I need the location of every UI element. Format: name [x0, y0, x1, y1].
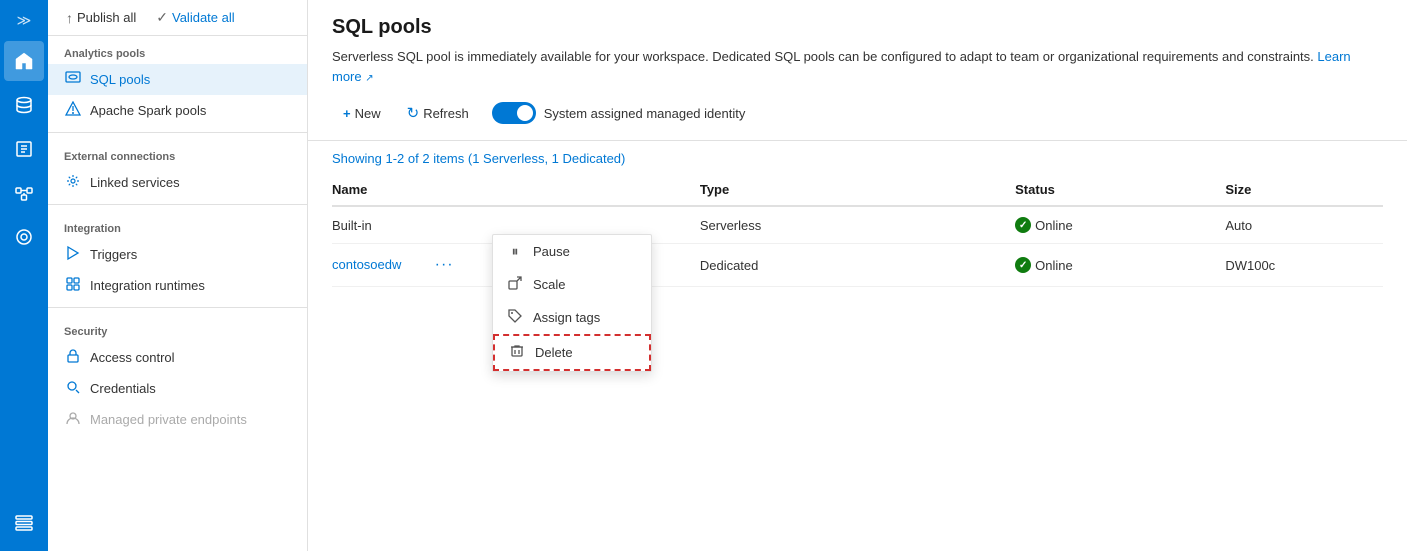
tag-icon — [507, 309, 523, 326]
sidebar-content: Analytics pools SQL pools Apache Spark p… — [48, 36, 307, 551]
sidebar-top-bar: ↑ Publish all ✓ Validate all — [48, 0, 307, 36]
checkmark-icon: ✓ — [156, 9, 168, 26]
cell-size: Auto — [1225, 206, 1383, 244]
toolbar: + New ↻ Refresh System assigned managed … — [332, 98, 1383, 128]
pool-name: Built-in — [332, 218, 372, 233]
sql-pools-icon — [64, 70, 82, 89]
refresh-icon: ↻ — [407, 104, 420, 122]
col-header-type: Type — [700, 174, 1015, 206]
publish-all-button[interactable]: ↑ Publish all — [60, 6, 142, 30]
home-icon[interactable] — [4, 41, 44, 81]
main-header: SQL pools Serverless SQL pool is immedia… — [308, 0, 1407, 141]
status-dot — [1015, 217, 1031, 233]
external-connections-section-label: External connections — [48, 139, 307, 167]
sidebar-item-triggers[interactable]: Triggers — [48, 239, 307, 270]
page-title: SQL pools — [332, 16, 1383, 39]
description-text: Serverless SQL pool is immediately avail… — [332, 49, 1317, 64]
toggle-label: System assigned managed identity — [544, 106, 746, 121]
cell-size: DW100c — [1225, 244, 1383, 287]
validate-all-button[interactable]: ✓ Validate all — [150, 5, 240, 30]
sidebar-item-sql-pools[interactable]: SQL pools — [48, 64, 307, 95]
showing-range: 1-2 — [385, 151, 404, 166]
managed-private-endpoints-icon — [64, 410, 82, 429]
sidebar-item-integration-runtimes[interactable]: Integration runtimes — [48, 270, 307, 301]
pause-icon: ⏸ — [507, 243, 523, 260]
table-area: Showing 1-2 of 2 items (1 Serverless, 1 … — [308, 141, 1407, 551]
sidebar-item-apache-spark-pools[interactable]: Apache Spark pools — [48, 95, 307, 126]
cell-status: Online — [1015, 244, 1225, 287]
scale-icon — [507, 276, 523, 293]
cell-type: Serverless — [700, 206, 1015, 244]
develop-icon[interactable] — [4, 129, 44, 169]
context-menu-button[interactable]: ··· — [429, 254, 460, 276]
sidebar-item-access-control[interactable]: Access control — [48, 342, 307, 373]
new-button[interactable]: + New — [332, 100, 392, 127]
external-link-icon: ↗ — [365, 73, 373, 84]
col-header-size: Size — [1225, 174, 1383, 206]
pool-link[interactable]: contosoedw — [332, 257, 401, 272]
table-row: contosoedw ··· ⏸ Pause Scale — [332, 244, 1383, 287]
context-menu: ⏸ Pause Scale — [492, 234, 652, 372]
monitor-icon[interactable] — [4, 217, 44, 257]
expand-icon[interactable]: ≫ — [13, 8, 36, 33]
cell-status: Online — [1015, 206, 1225, 244]
manage-icon[interactable] — [4, 503, 44, 543]
database-icon[interactable] — [4, 85, 44, 125]
main-content: SQL pools Serverless SQL pool is immedia… — [308, 0, 1407, 551]
assign-tags-label: Assign tags — [533, 310, 600, 325]
status-dot — [1015, 257, 1031, 273]
integrate-icon[interactable] — [4, 173, 44, 213]
sidebar-item-linked-services[interactable]: Linked services — [48, 167, 307, 198]
delete-icon — [509, 344, 525, 361]
col-header-name: Name — [332, 174, 700, 206]
sidebar: ↑ Publish all ✓ Validate all Analytics p… — [48, 0, 308, 551]
cell-name: contosoedw ··· ⏸ Pause Scale — [332, 244, 700, 287]
credentials-icon — [64, 379, 82, 398]
toggle-container: System assigned managed identity — [492, 102, 746, 124]
page-description: Serverless SQL pool is immediately avail… — [332, 47, 1383, 86]
assign-tags-menu-item[interactable]: Assign tags — [493, 301, 651, 334]
col-header-status: Status — [1015, 174, 1225, 206]
security-section-label: Security — [48, 314, 307, 342]
pause-label: Pause — [533, 244, 570, 259]
status-text: Online — [1035, 258, 1073, 273]
spark-pools-icon — [64, 101, 82, 120]
access-control-icon — [64, 348, 82, 367]
scale-menu-item[interactable]: Scale — [493, 268, 651, 301]
plus-icon: + — [343, 106, 351, 121]
linked-services-icon — [64, 173, 82, 192]
sidebar-item-managed-private-endpoints: Managed private endpoints — [48, 404, 307, 435]
cell-type: Dedicated — [700, 244, 1015, 287]
status-text: Online — [1035, 218, 1073, 233]
showing-text: Showing 1-2 of 2 items (1 Serverless, 1 … — [332, 141, 1383, 174]
triggers-icon — [64, 245, 82, 264]
delete-label: Delete — [535, 345, 573, 360]
sidebar-item-credentials[interactable]: Credentials — [48, 373, 307, 404]
table-row: Built-in Serverless Online Auto — [332, 206, 1383, 244]
table-header-row: Name Type Status Size — [332, 174, 1383, 206]
icon-bar: ≫ — [0, 0, 48, 551]
integration-section-label: Integration — [48, 211, 307, 239]
scale-label: Scale — [533, 277, 566, 292]
refresh-button[interactable]: ↻ Refresh — [396, 98, 480, 128]
managed-identity-toggle[interactable] — [492, 102, 536, 124]
upload-icon: ↑ — [66, 10, 73, 26]
pools-table: Name Type Status Size Built-in Serverles… — [332, 174, 1383, 287]
integration-runtimes-icon — [64, 276, 82, 295]
pause-menu-item[interactable]: ⏸ Pause — [493, 235, 651, 268]
delete-menu-item[interactable]: Delete — [493, 334, 651, 371]
analytics-pools-section-label: Analytics pools — [48, 36, 307, 64]
